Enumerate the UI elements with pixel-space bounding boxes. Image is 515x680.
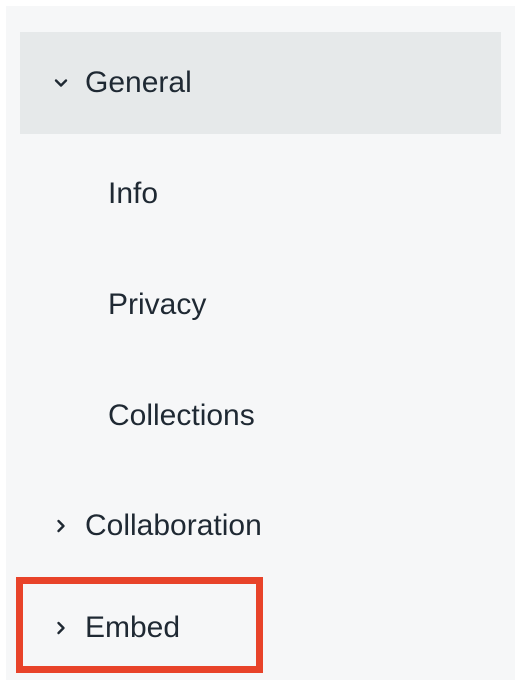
sidebar-subitem-privacy[interactable]: Privacy <box>108 285 206 325</box>
settings-sidebar: General Info Privacy Collections Collabo… <box>6 6 515 680</box>
sidebar-subitem-collections[interactable]: Collections <box>108 396 255 436</box>
sidebar-item-embed-label: Embed <box>85 611 181 644</box>
chevron-right-icon <box>49 616 73 640</box>
sidebar-item-collaboration-label: Collaboration <box>85 509 262 542</box>
sidebar-item-embed[interactable]: Embed <box>20 606 501 650</box>
sidebar-subitem-info[interactable]: Info <box>108 174 158 214</box>
sidebar-item-collaboration[interactable]: Collaboration <box>20 504 501 548</box>
sidebar-subitem-info-label: Info <box>108 177 159 210</box>
chevron-right-icon <box>49 514 73 538</box>
sidebar-item-general[interactable]: General <box>20 32 501 134</box>
sidebar-item-general-label: General <box>85 66 192 99</box>
chevron-down-icon <box>49 71 73 95</box>
sidebar-subitem-collections-label: Collections <box>108 399 255 432</box>
sidebar-subitem-privacy-label: Privacy <box>108 288 207 321</box>
